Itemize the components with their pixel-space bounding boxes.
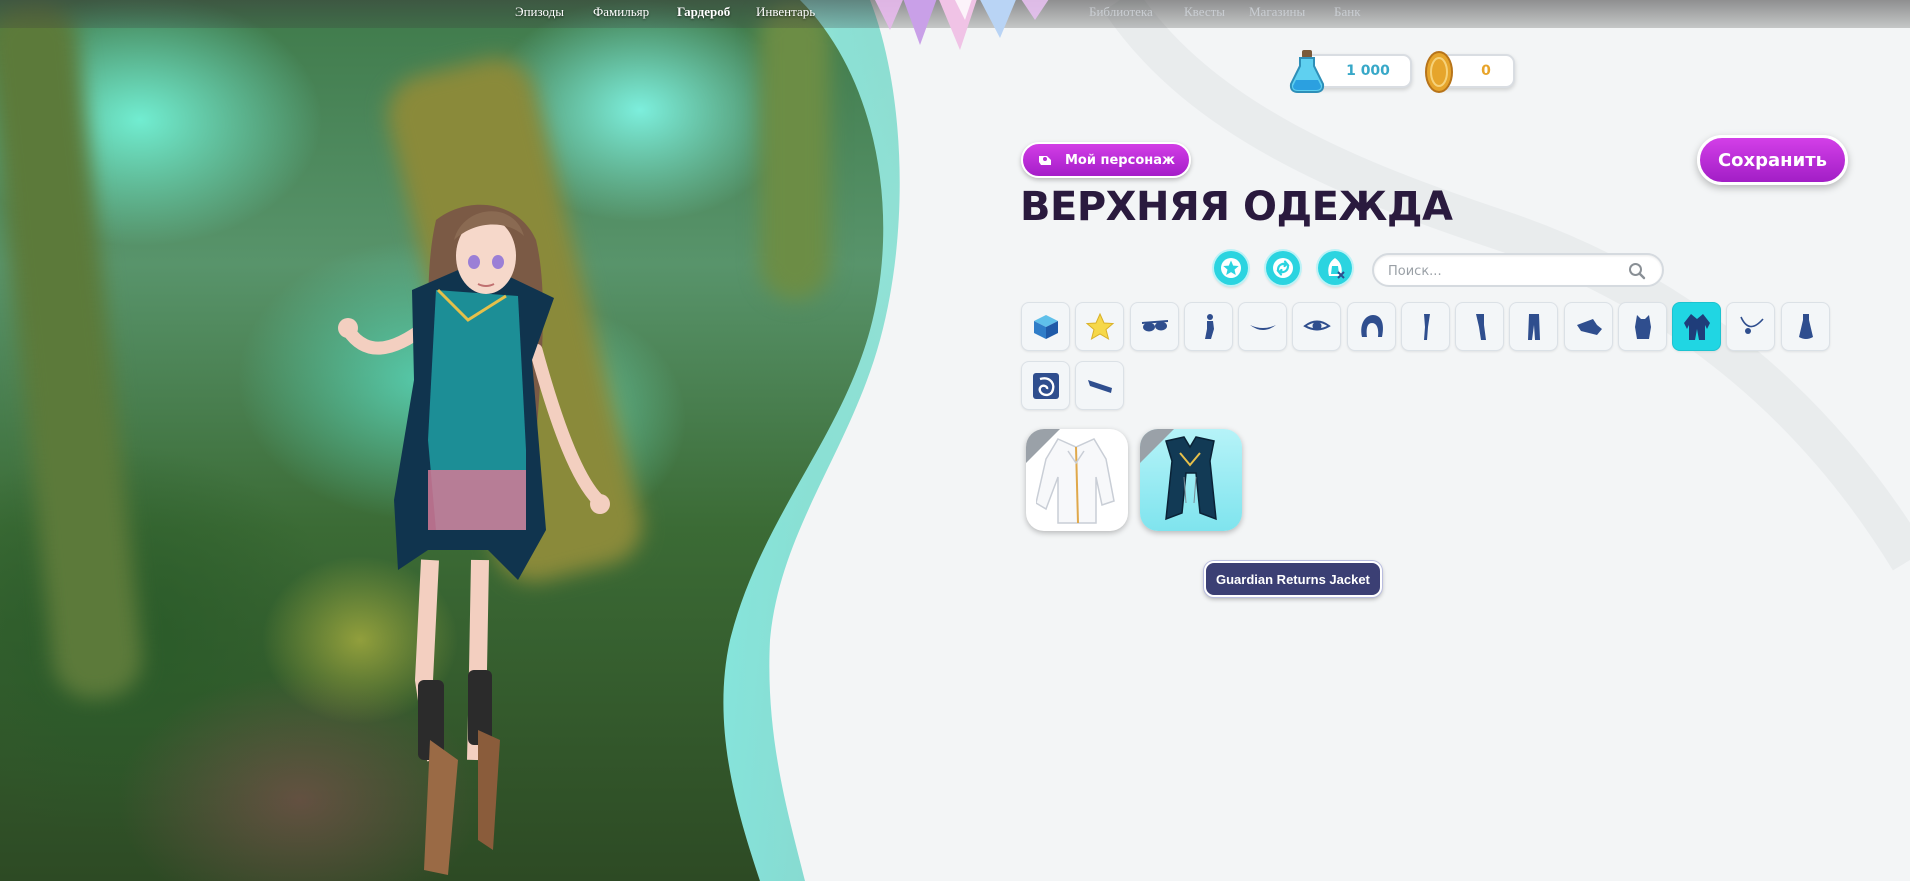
crystal-logo-icon bbox=[875, 0, 1049, 50]
nav-inventory[interactable]: Инвентарь bbox=[756, 4, 815, 20]
category-top[interactable] bbox=[1618, 302, 1667, 351]
eye-icon bbox=[1302, 320, 1331, 330]
eyebrows-icon bbox=[1249, 324, 1276, 330]
necklace-icon bbox=[1739, 316, 1764, 334]
background-icon bbox=[1032, 372, 1059, 399]
hair-icon bbox=[1360, 314, 1383, 337]
nav-episodes[interactable]: Эпизоды bbox=[515, 4, 564, 20]
item-corner-badge bbox=[1026, 429, 1060, 463]
legs-icon bbox=[1423, 313, 1430, 340]
item-white-jacket[interactable] bbox=[1026, 429, 1128, 531]
nav-familiar[interactable]: Фамильяр bbox=[593, 4, 649, 20]
character-avatar bbox=[338, 204, 610, 875]
gold-amount: 0 bbox=[1481, 63, 1491, 79]
my-character-label: Мой персонаж bbox=[1065, 152, 1175, 168]
category-legs[interactable] bbox=[1401, 302, 1450, 351]
glasses-icon bbox=[1141, 319, 1168, 331]
save-label: Сохранить bbox=[1717, 149, 1828, 171]
star-icon bbox=[1221, 258, 1241, 278]
hide-outfit-icon bbox=[1328, 258, 1345, 279]
category-pants[interactable] bbox=[1509, 302, 1558, 351]
filter-swap[interactable] bbox=[1266, 251, 1300, 285]
nav-library[interactable]: Библиотека bbox=[1089, 4, 1153, 20]
category-eyebrows[interactable] bbox=[1238, 302, 1287, 351]
favorite-star-icon bbox=[1085, 312, 1114, 340]
pants-icon bbox=[1527, 313, 1540, 340]
tights-icon bbox=[1475, 313, 1486, 340]
box-icon bbox=[1033, 314, 1058, 339]
jacket-icon bbox=[1683, 313, 1710, 340]
nav-quests[interactable]: Квесты bbox=[1184, 4, 1225, 20]
hanger-icon bbox=[1039, 156, 1051, 165]
socks-icon bbox=[1576, 318, 1602, 335]
forest-background bbox=[0, 0, 1910, 881]
search-input[interactable] bbox=[1388, 261, 1618, 281]
mana-amount: 1 000 bbox=[1346, 63, 1390, 79]
tooltip-text: Guardian Returns Jacket bbox=[1216, 571, 1370, 587]
my-character-button[interactable]: Мой персонаж bbox=[1021, 142, 1191, 178]
category-hair[interactable] bbox=[1347, 302, 1396, 351]
category-necklace[interactable] bbox=[1726, 302, 1775, 351]
search-box bbox=[1372, 253, 1664, 287]
save-button[interactable]: Сохранить bbox=[1697, 135, 1848, 185]
category-shoes[interactable] bbox=[1075, 361, 1124, 410]
nav-wardrobe[interactable]: Гардероб bbox=[677, 4, 730, 20]
nav-shops[interactable]: Магазины bbox=[1249, 4, 1305, 20]
category-box[interactable] bbox=[1021, 302, 1070, 351]
category-tights[interactable] bbox=[1455, 302, 1504, 351]
category-body[interactable] bbox=[1184, 302, 1233, 351]
category-background[interactable] bbox=[1021, 361, 1070, 410]
item-guardian-jacket[interactable] bbox=[1140, 429, 1242, 531]
item-corner-badge bbox=[1140, 429, 1174, 463]
search-icon[interactable] bbox=[1628, 262, 1646, 280]
page-title: ВЕРХНЯЯ ОДЕЖДА bbox=[1020, 184, 1453, 230]
swap-icon bbox=[1273, 258, 1293, 278]
tree-trunk bbox=[0, 0, 147, 703]
item-tooltip: Guardian Returns Jacket bbox=[1204, 561, 1382, 597]
category-dress[interactable] bbox=[1781, 302, 1830, 351]
filter-hide-outfit[interactable] bbox=[1318, 251, 1352, 285]
category-jacket[interactable] bbox=[1672, 302, 1721, 351]
category-eyes[interactable] bbox=[1292, 302, 1341, 351]
category-socks[interactable] bbox=[1564, 302, 1613, 351]
filter-favorites[interactable] bbox=[1214, 251, 1248, 285]
gold-coin-icon bbox=[1425, 51, 1453, 93]
tree-trunk bbox=[760, 0, 830, 300]
top-icon bbox=[1634, 314, 1651, 339]
shoes-icon bbox=[1087, 379, 1112, 393]
mana-potion-icon bbox=[1289, 50, 1325, 93]
category-favorites[interactable] bbox=[1075, 302, 1124, 351]
nav-bank[interactable]: Банк bbox=[1334, 4, 1361, 20]
body-icon bbox=[1204, 313, 1214, 339]
dress-icon bbox=[1798, 313, 1813, 339]
category-glasses[interactable] bbox=[1130, 302, 1179, 351]
